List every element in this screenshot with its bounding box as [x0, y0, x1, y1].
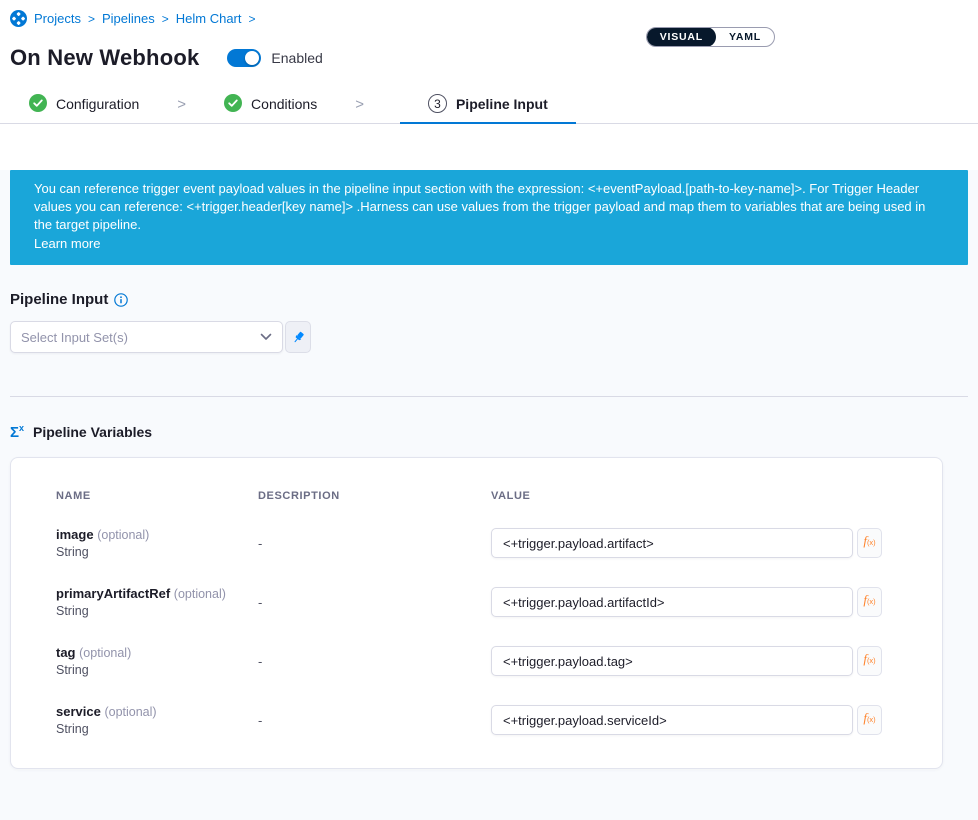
variable-value-cell: f(x) — [491, 705, 882, 735]
breadcrumb: Projects > Pipelines > Helm Chart > — [10, 10, 968, 27]
tab-label: Pipeline Input — [456, 96, 548, 112]
expression-fx-button[interactable]: f(x) — [857, 646, 882, 676]
variable-value-input[interactable] — [491, 587, 853, 617]
pin-input-set-button[interactable] — [285, 321, 311, 353]
pipeline-variables-title: Pipeline Variables — [33, 424, 152, 440]
content-area: You can reference trigger event payload … — [0, 170, 978, 820]
step-number-badge: 3 — [428, 94, 447, 113]
info-banner: You can reference trigger event payload … — [10, 170, 968, 265]
breadcrumb-separator: > — [88, 12, 95, 26]
input-set-select[interactable] — [10, 321, 283, 353]
enabled-toggle[interactable] — [227, 49, 261, 67]
banner-message: You can reference trigger event payload … — [34, 180, 944, 234]
harness-project-icon — [10, 10, 27, 27]
table-row: primaryArtifactRef (optional) String - f… — [56, 573, 882, 632]
chevron-down-icon — [260, 333, 272, 341]
variable-type: String — [56, 545, 258, 559]
variable-value-cell: f(x) — [491, 528, 882, 558]
table-row: tag (optional) String - f(x) — [56, 632, 882, 691]
learn-more-link[interactable]: Learn more — [34, 235, 100, 253]
page-header: Projects > Pipelines > Helm Chart > On N… — [0, 0, 978, 73]
input-set-row — [10, 321, 968, 353]
table-header: NAME DESCRIPTION VALUE — [56, 490, 882, 502]
variable-value-cell: f(x) — [491, 587, 882, 617]
variable-description: - — [258, 536, 491, 551]
section-divider — [10, 396, 968, 397]
tab-conditions[interactable]: Conditions — [222, 85, 319, 124]
variable-type: String — [56, 722, 258, 736]
tab-label: Configuration — [56, 96, 139, 112]
expression-fx-button[interactable]: f(x) — [857, 705, 882, 735]
variable-name-cell: primaryArtifactRef (optional) String — [56, 586, 258, 618]
pipeline-variables-card: NAME DESCRIPTION VALUE image (optional) … — [10, 457, 943, 769]
chevron-right-icon: > — [177, 96, 186, 113]
table-row: service (optional) String - f(x) — [56, 691, 882, 750]
breadcrumb-link-helm-chart[interactable]: Helm Chart — [176, 11, 242, 26]
fx-sub-label: (x) — [867, 597, 876, 606]
variable-optional: (optional) — [97, 528, 149, 542]
table-row: image (optional) String - f(x) — [56, 514, 882, 573]
variable-name-cell: image (optional) String — [56, 527, 258, 559]
visual-view-button[interactable]: VISUAL — [647, 27, 716, 47]
pipeline-input-heading: Pipeline Input — [10, 291, 968, 308]
variable-optional: (optional) — [79, 646, 131, 660]
fx-sub-label: (x) — [867, 656, 876, 665]
variable-optional: (optional) — [174, 587, 226, 601]
breadcrumb-link-pipelines[interactable]: Pipelines — [102, 11, 155, 26]
breadcrumb-link-projects[interactable]: Projects — [34, 11, 81, 26]
variable-name: image — [56, 527, 94, 542]
breadcrumb-separator: > — [249, 12, 256, 26]
tab-configuration[interactable]: Configuration — [27, 85, 141, 124]
sigma-x-icon: Σx — [10, 424, 24, 440]
variable-name-cell: tag (optional) String — [56, 645, 258, 677]
input-set-select-field[interactable] — [21, 330, 260, 345]
variable-name: tag — [56, 645, 76, 660]
tab-label: Conditions — [251, 96, 317, 112]
visual-yaml-toggle: VISUAL YAML — [646, 27, 775, 47]
expression-fx-button[interactable]: f(x) — [857, 528, 882, 558]
yaml-view-button[interactable]: YAML — [716, 27, 774, 47]
variable-name: primaryArtifactRef — [56, 586, 170, 601]
fx-sub-label: (x) — [867, 538, 876, 547]
variable-name: service — [56, 704, 101, 719]
variable-type: String — [56, 604, 258, 618]
variable-description: - — [258, 654, 491, 669]
column-header-value: VALUE — [491, 490, 882, 502]
variable-value-cell: f(x) — [491, 646, 882, 676]
check-circle-icon — [224, 94, 242, 115]
fx-sub-label: (x) — [867, 715, 876, 724]
pipeline-input-title: Pipeline Input — [10, 291, 108, 308]
page-title: On New Webhook — [10, 45, 199, 71]
expression-fx-button[interactable]: f(x) — [857, 587, 882, 617]
variable-type: String — [56, 663, 258, 677]
toggle-knob — [245, 51, 259, 65]
breadcrumb-separator: > — [162, 12, 169, 26]
variable-value-input[interactable] — [491, 705, 853, 735]
chevron-right-icon: > — [355, 96, 364, 113]
variable-description: - — [258, 713, 491, 728]
info-icon[interactable] — [114, 293, 128, 307]
variable-description: - — [258, 595, 491, 610]
pin-icon — [291, 330, 306, 345]
wizard-tabbar: Configuration > Conditions > 3 Pipeline … — [0, 85, 978, 124]
enabled-label: Enabled — [271, 50, 322, 66]
variable-optional: (optional) — [104, 705, 156, 719]
column-header-description: DESCRIPTION — [258, 490, 491, 502]
tab-pipeline-input[interactable]: 3 Pipeline Input — [400, 85, 576, 124]
pipeline-variables-heading: Σx Pipeline Variables — [10, 424, 968, 440]
variable-name-cell: service (optional) String — [56, 704, 258, 736]
column-header-name: NAME — [56, 490, 258, 502]
title-row: On New Webhook Enabled — [10, 43, 968, 73]
variable-value-input[interactable] — [491, 646, 853, 676]
check-circle-icon — [29, 94, 47, 115]
variable-value-input[interactable] — [491, 528, 853, 558]
